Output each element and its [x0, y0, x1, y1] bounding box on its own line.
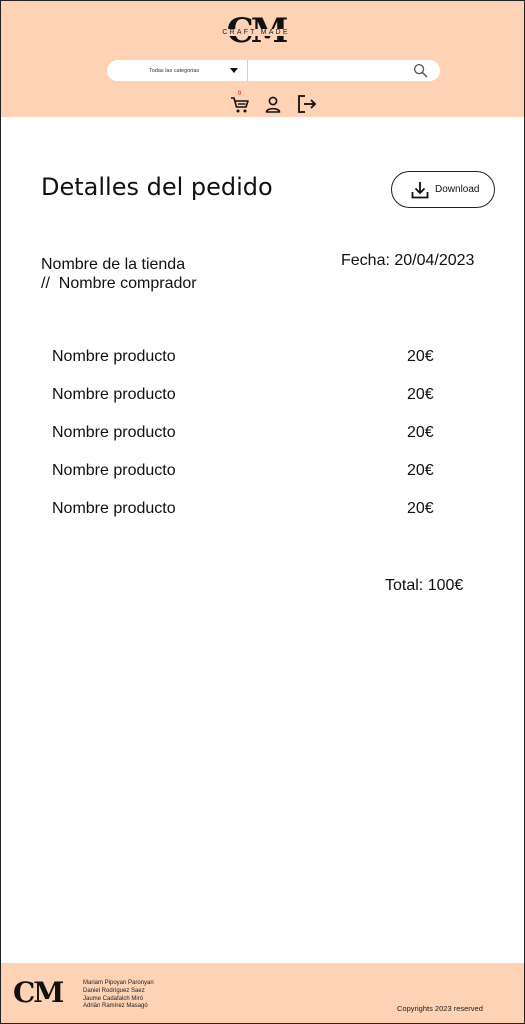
footer: CM Mariam Pipoyan Paronyan Daniel Rodríg…: [1, 963, 524, 1023]
profile-button[interactable]: [262, 93, 284, 115]
list-item: Nombre producto 20€: [52, 500, 452, 520]
download-button[interactable]: Download: [391, 171, 495, 208]
app-frame: CM CRAFT MADE Todas las categorias 0 Det…: [0, 0, 525, 1024]
search-icon[interactable]: [413, 63, 428, 78]
buyer-name: // Nombre comprador: [41, 275, 197, 292]
store-name: Nombre de la tienda: [41, 256, 186, 273]
list-item: Nombre producto 20€: [52, 348, 452, 368]
product-name: Nombre producto: [52, 500, 176, 517]
page-title: Detalles del pedido: [41, 173, 273, 201]
product-name: Nombre producto: [52, 386, 176, 403]
logo-text: CRAFT MADE: [221, 29, 291, 36]
author-name: Mariam Pipoyan Paronyan: [83, 980, 154, 986]
logout-icon: [298, 95, 317, 113]
copyright-text: Copyrights 2023 reserved: [397, 1004, 483, 1013]
logout-button[interactable]: [296, 93, 318, 115]
search-input[interactable]: [248, 59, 440, 82]
logo[interactable]: CM CRAFT MADE: [211, 13, 301, 53]
product-price: 20€: [407, 462, 434, 479]
product-price: 20€: [407, 424, 434, 441]
product-price: 20€: [407, 500, 434, 517]
product-name: Nombre producto: [52, 462, 176, 479]
list-item: Nombre producto 20€: [52, 462, 452, 482]
author-name: Daniel Rodríguez Saez: [83, 987, 145, 994]
product-price: 20€: [407, 386, 434, 403]
header-actions: 0: [229, 91, 329, 117]
download-label: Download: [435, 184, 480, 195]
authors-list: Mariam Pipoyan Paronyan Daniel Rodríguez…: [83, 980, 154, 1011]
header: CM CRAFT MADE Todas las categorias 0: [1, 1, 524, 117]
download-icon: [411, 181, 429, 198]
category-selected-label: Todas las categorias: [149, 67, 200, 74]
author-name: Jaume Cadafalch Miró: [83, 995, 144, 1002]
product-price: 20€: [407, 348, 434, 365]
footer-logo[interactable]: CM: [13, 976, 64, 1010]
order-date: Fecha: 20/04/2023: [341, 252, 475, 269]
caret-down-icon: [230, 68, 238, 73]
product-name: Nombre producto: [52, 348, 176, 365]
search-bar: Todas las categorias: [107, 59, 440, 82]
user-icon: [265, 96, 281, 113]
cart-count-badge: 0: [238, 91, 242, 97]
cart-button[interactable]: 0: [229, 91, 251, 115]
product-name: Nombre producto: [52, 424, 176, 441]
author-name: Adrián Ramírez Masagó: [83, 1003, 148, 1010]
list-item: Nombre producto 20€: [52, 424, 452, 444]
order-total: Total: 100€: [385, 577, 464, 594]
category-select[interactable]: Todas las categorias: [107, 60, 248, 81]
list-item: Nombre producto 20€: [52, 386, 452, 406]
